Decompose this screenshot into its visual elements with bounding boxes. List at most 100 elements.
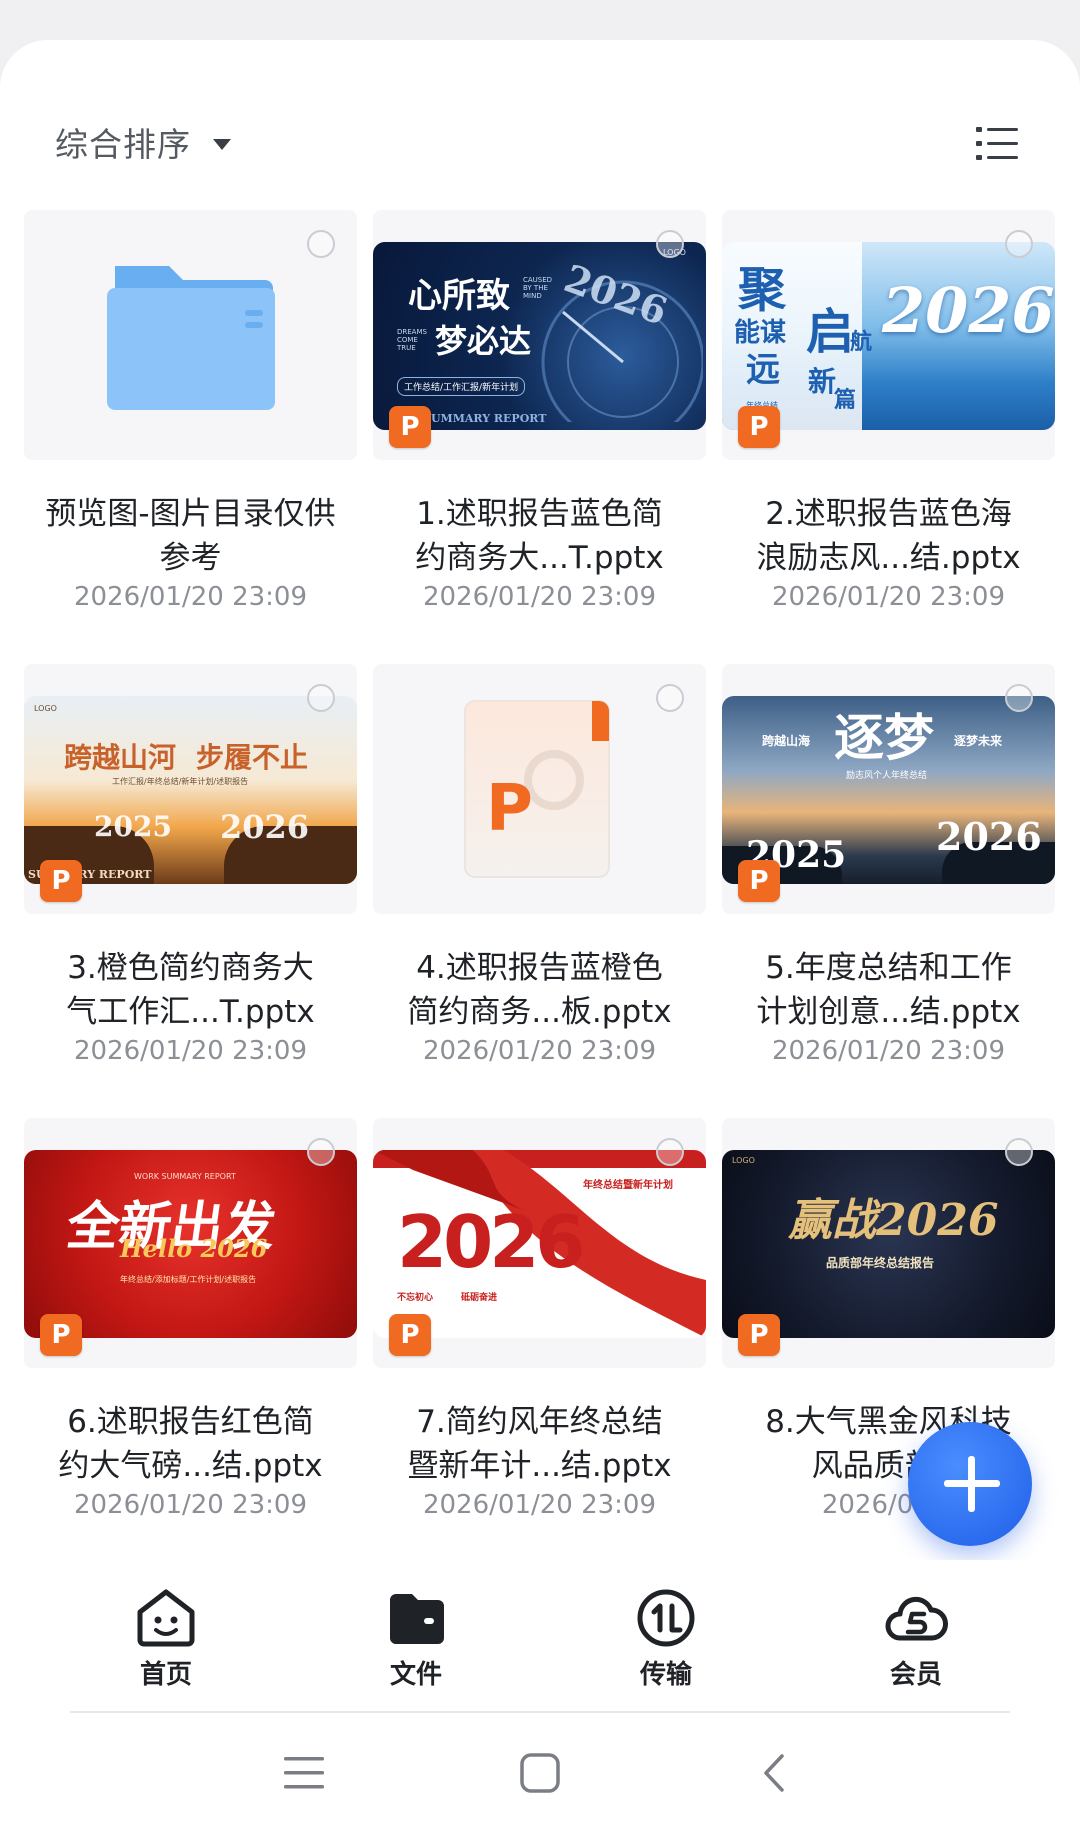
tab-vip[interactable]: 会员 bbox=[836, 1588, 996, 1691]
thumb-subtitle: 工作总结/工作汇报/新年计划 bbox=[397, 377, 526, 396]
file-card[interactable]: 聚 能谋 启 航 远 新 篇 2026 年终总结 P 2.述职报告蓝色海浪励志风… bbox=[722, 210, 1055, 670]
thumb-title: 逐梦 bbox=[834, 708, 934, 767]
home-smile-icon bbox=[137, 1589, 195, 1647]
thumb-title-right: 逐梦未来 bbox=[954, 734, 1003, 748]
thumb-title-4: 航 bbox=[850, 329, 873, 355]
ppt-document-icon: P bbox=[464, 700, 610, 878]
pptx-thumbnail: 跨越山河 步履不止 工作汇报/年终总结/新年计划/述职报告 2025 2026 … bbox=[24, 696, 357, 884]
thumb-year: 2026 bbox=[397, 1200, 585, 1284]
pptx-thumbnail: 心所致 梦必达 DREAMS COME TRUE 工作总结/工作汇报/新年计划 … bbox=[373, 242, 706, 430]
bottom-tab-bar: 首页 文件 传输 会员 bbox=[0, 1560, 1080, 1710]
sort-label: 综合排序 bbox=[55, 125, 191, 164]
thumb-title-2: 步履不止 bbox=[196, 741, 309, 774]
thumb-title-3: 启 bbox=[806, 304, 855, 360]
ppt-file-icon: P bbox=[389, 1314, 431, 1356]
file-name: 3.橙色简约商务大气工作汇...T.pptx bbox=[66, 950, 315, 1030]
file-card[interactable]: 心所致 梦必达 DREAMS COME TRUE 工作总结/工作汇报/新年计划 … bbox=[373, 210, 706, 670]
tab-label: 文件 bbox=[389, 1660, 442, 1690]
file-date: 2026/01/20 23:09 bbox=[422, 1490, 657, 1520]
thumb-subtitle: 工作汇报/年终总结/新年计划/述职报告 bbox=[112, 777, 249, 786]
thumb-title-left: 跨越山海 bbox=[762, 734, 811, 748]
sort-dropdown[interactable]: 综合排序 bbox=[55, 112, 231, 172]
caret-down-icon bbox=[213, 138, 231, 150]
folder-wallet-icon bbox=[390, 1594, 444, 1644]
thumbnail-container: 聚 能谋 启 航 远 新 篇 2026 年终总结 P bbox=[722, 210, 1055, 460]
select-checkbox[interactable] bbox=[656, 684, 684, 712]
thumb-subtitle: 励志风个人年终总结 bbox=[846, 771, 928, 781]
add-button[interactable] bbox=[908, 1422, 1032, 1546]
thumb-caption: DREAMS COME TRUE bbox=[397, 328, 427, 352]
select-checkbox[interactable] bbox=[656, 230, 684, 258]
thumbnail-container: 年终总结暨新年计划 2026 不忘初心 砥砺奋进 P bbox=[373, 1118, 706, 1368]
tab-label: 会员 bbox=[889, 1660, 942, 1690]
file-card[interactable]: WORK SUMMARY REPORT 全新出发 Hello 2026 年终总结… bbox=[24, 1118, 357, 1578]
file-browser-sheet: 综合排序 预览图-图片目录仅供参考 2026/01/20 23:09 心所致 梦… bbox=[0, 40, 1080, 1840]
thumb-title: 跨越山河 bbox=[64, 741, 177, 774]
file-date: 2026/01/20 23:09 bbox=[771, 1036, 1006, 1066]
file-date: 2026/01/20 23:09 bbox=[771, 582, 1006, 612]
file-date: 2026/01/20 23:09 bbox=[422, 582, 657, 612]
thumb-title-2: Hello 2026 bbox=[120, 1234, 268, 1263]
home-square-icon[interactable] bbox=[520, 1753, 560, 1793]
ppt-file-icon: P bbox=[738, 860, 780, 902]
file-name: 4.述职报告蓝橙色简约商务...板.pptx bbox=[407, 950, 672, 1030]
file-name: 2.述职报告蓝色海浪励志风...结.pptx bbox=[756, 496, 1021, 576]
thumb-year: 2026 bbox=[882, 274, 1055, 347]
pptx-thumbnail: 聚 能谋 启 航 远 新 篇 2026 年终总结 bbox=[722, 242, 1055, 430]
thumbnail-container: 跨越山河 步履不止 工作汇报/年终总结/新年计划/述职报告 2025 2026 … bbox=[24, 664, 357, 914]
pptx-thumbnail: WORK SUMMARY REPORT 全新出发 Hello 2026 年终总结… bbox=[24, 1150, 357, 1338]
thumbnail-container: P bbox=[373, 664, 706, 914]
ppt-file-icon: P bbox=[389, 406, 431, 448]
thumb-subtitle: 年终总结/添加标题/工作计划/述职报告 bbox=[120, 1275, 257, 1284]
thumb-caption: 年终总结暨新年计划 bbox=[583, 1180, 673, 1191]
thumb-year-2: 2026 bbox=[220, 808, 310, 846]
thumb-logo: LOGO bbox=[732, 1156, 755, 1165]
thumb-year-2: 2026 bbox=[936, 814, 1042, 859]
thumb-title-2: 梦必达 bbox=[435, 322, 532, 360]
tab-transfer[interactable]: 传输 bbox=[586, 1588, 746, 1691]
tab-home[interactable]: 首页 bbox=[86, 1588, 246, 1691]
thumbnail-container: WORK SUMMARY REPORT 全新出发 Hello 2026 年终总结… bbox=[24, 1118, 357, 1368]
file-card[interactable]: 年终总结暨新年计划 2026 不忘初心 砥砺奋进 P 7.简约风年终总结暨新年计… bbox=[373, 1118, 706, 1578]
file-card[interactable]: 预览图-图片目录仅供参考 2026/01/20 23:09 bbox=[24, 210, 357, 670]
back-chevron-icon[interactable] bbox=[762, 1753, 786, 1793]
thumbnail-container: LOGO 赢战2026 品质部年终总结报告 P bbox=[722, 1118, 1055, 1368]
thumbnail bbox=[24, 210, 357, 460]
thumbnail-container: 心所致 梦必达 DREAMS COME TRUE 工作总结/工作汇报/新年计划 … bbox=[373, 210, 706, 460]
file-card[interactable]: P 4.述职报告蓝橙色简约商务...板.pptx 2026/01/20 23:0… bbox=[373, 664, 706, 1124]
thumb-title-5: 远 bbox=[746, 350, 780, 390]
thumb-year: 2025 bbox=[94, 810, 172, 843]
pptx-thumbnail: 跨越山海 逐梦 逐梦未来 励志风个人年终总结 2025 2026 bbox=[722, 696, 1055, 884]
ppt-file-icon: P bbox=[40, 1314, 82, 1356]
svg-text:P: P bbox=[486, 772, 533, 846]
thumb-title: 心所致 bbox=[408, 276, 510, 316]
ppt-file-icon: P bbox=[40, 860, 82, 902]
file-card[interactable]: 跨越山河 步履不止 工作汇报/年终总结/新年计划/述职报告 2025 2026 … bbox=[24, 664, 357, 1124]
thumb-title: 赢战2026 bbox=[788, 1195, 999, 1246]
menu-icon[interactable] bbox=[284, 1755, 324, 1791]
select-checkbox[interactable] bbox=[656, 1138, 684, 1166]
select-checkbox[interactable] bbox=[307, 684, 335, 712]
select-checkbox[interactable] bbox=[307, 230, 335, 258]
file-name: 7.简约风年终总结暨新年计...结.pptx bbox=[407, 1404, 672, 1484]
file-date: 2026/01/20 23:09 bbox=[73, 1036, 308, 1066]
tab-label: 首页 bbox=[139, 1660, 192, 1690]
select-checkbox[interactable] bbox=[307, 1138, 335, 1166]
ppt-file-icon: P bbox=[738, 406, 780, 448]
file-name: 预览图-图片目录仅供参考 bbox=[45, 496, 336, 576]
thumb-caption: WORK SUMMARY REPORT bbox=[134, 1172, 236, 1181]
file-card[interactable]: 跨越山海 逐梦 逐梦未来 励志风个人年终总结 2025 2026 P 5.年度总… bbox=[722, 664, 1055, 1124]
thumb-caption-2: CAUSED BY THE MIND bbox=[523, 276, 553, 300]
thumb-title: 聚 bbox=[738, 262, 787, 318]
select-checkbox[interactable] bbox=[1005, 230, 1033, 258]
thumb-logo: LOGO bbox=[34, 704, 57, 713]
thumb-footer: SUMMARY REPORT bbox=[423, 412, 547, 425]
select-checkbox[interactable] bbox=[1005, 684, 1033, 712]
pptx-thumbnail: 年终总结暨新年计划 2026 不忘初心 砥砺奋进 bbox=[373, 1150, 706, 1338]
tab-files[interactable]: 文件 bbox=[336, 1588, 496, 1691]
list-view-icon[interactable] bbox=[976, 126, 1018, 162]
thumbnail-container: 跨越山海 逐梦 逐梦未来 励志风个人年终总结 2025 2026 P bbox=[722, 664, 1055, 914]
thumb-subtitle: 不忘初心 bbox=[397, 1293, 434, 1303]
select-checkbox[interactable] bbox=[1005, 1138, 1033, 1166]
file-name: 5.年度总结和工作计划创意...结.pptx bbox=[756, 950, 1021, 1030]
